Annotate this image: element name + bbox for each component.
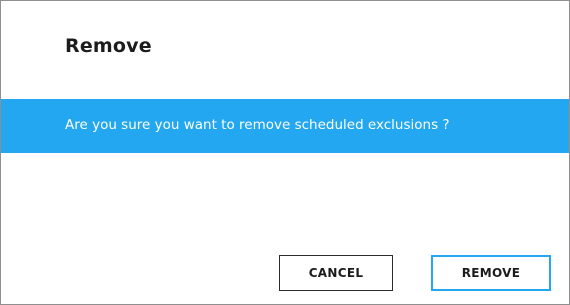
cancel-button[interactable]: CANCEL [279,255,393,291]
remove-button[interactable]: REMOVE [431,255,551,291]
confirmation-banner: Are you sure you want to remove schedule… [1,99,569,153]
confirmation-message: Are you sure you want to remove schedule… [65,117,450,133]
remove-dialog: Remove Are you sure you want to remove s… [0,0,570,305]
dialog-title: Remove [65,35,152,57]
